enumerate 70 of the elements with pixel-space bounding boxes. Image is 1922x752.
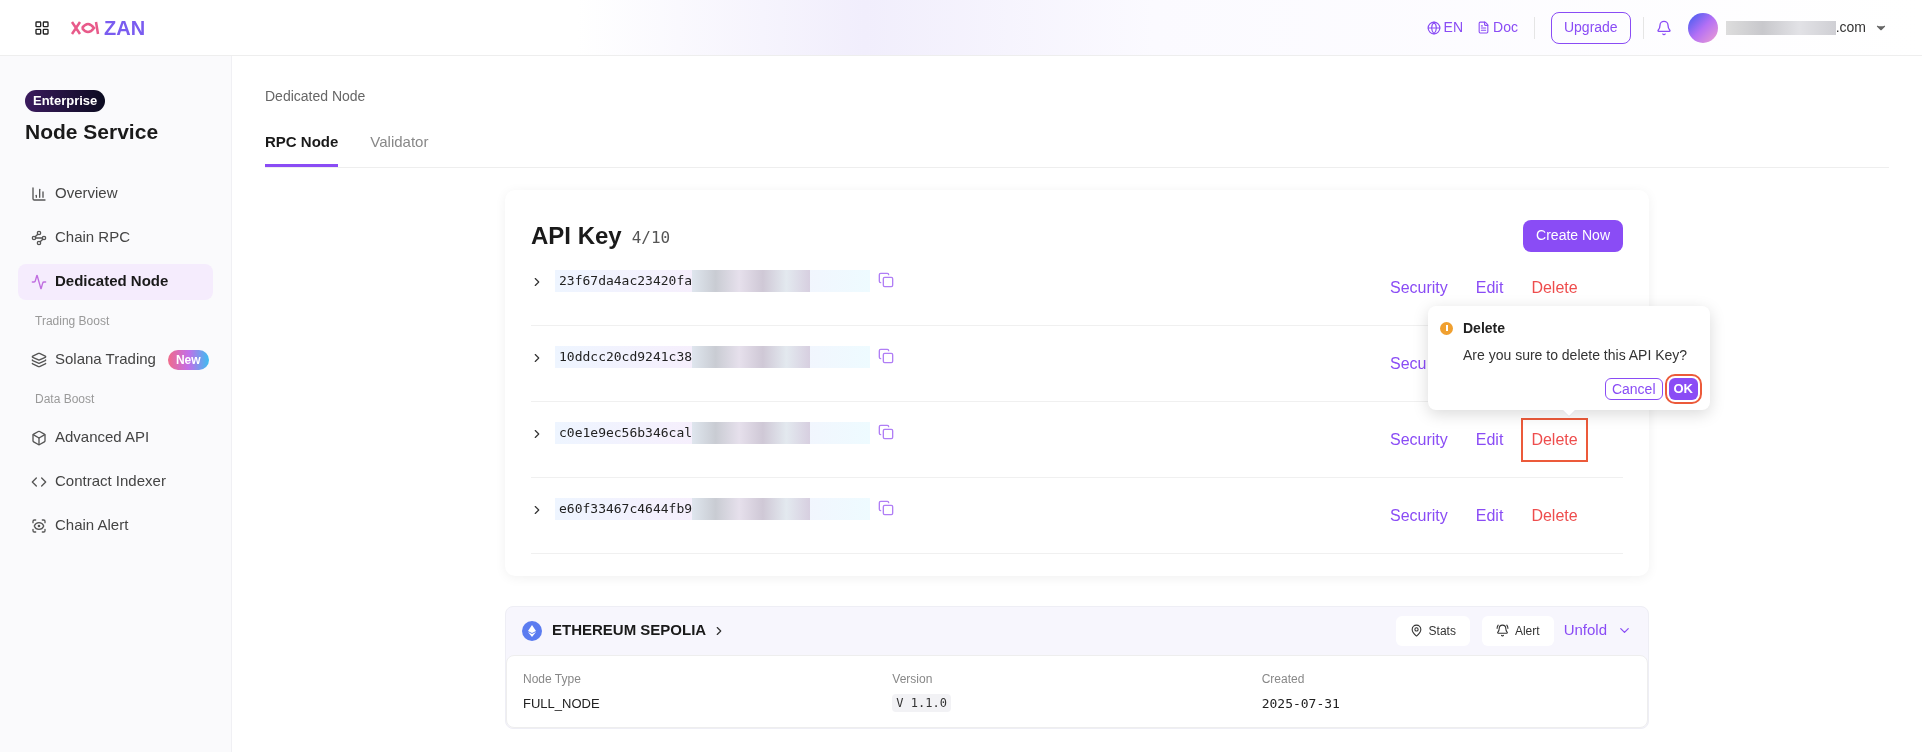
warning-icon	[1440, 321, 1453, 335]
field-value: FULL_NODE	[523, 694, 600, 713]
api-key-text: 23f67da4ac23420fa	[558, 271, 693, 290]
delete-link[interactable]: Delete	[1521, 493, 1588, 538]
bell-icon	[1495, 624, 1509, 637]
alert-button[interactable]: Alert	[1481, 615, 1554, 646]
ethereum-icon	[522, 620, 542, 641]
line-chart-icon	[31, 273, 47, 290]
copy-icon[interactable]	[878, 499, 895, 516]
new-badge: New	[167, 349, 209, 370]
apps-icon[interactable]	[34, 19, 50, 36]
api-key-text: 10ddcc20cd9241c38	[558, 347, 693, 366]
copy-icon[interactable]	[878, 347, 895, 364]
language-button[interactable]: EN	[1426, 17, 1464, 38]
sidebar-section-label: Data Boost	[34, 390, 96, 408]
api-key-text: c0e1e9ec56b346cal	[558, 423, 693, 442]
security-link[interactable]: Secu	[1390, 351, 1427, 376]
field-value: 2025-07-31	[1261, 694, 1340, 713]
edit-link[interactable]: Edit	[1475, 427, 1504, 452]
create-now-button[interactable]: Create Now	[1523, 219, 1623, 252]
upgrade-button[interactable]: Upgrade	[1550, 11, 1631, 44]
unfold-button[interactable]: Unfold	[1563, 619, 1632, 642]
cube-icon	[31, 429, 47, 446]
breadcrumb: Dedicated Node	[265, 87, 367, 106]
avatar[interactable]	[1687, 12, 1718, 43]
security-link[interactable]: Security	[1390, 275, 1448, 300]
document-icon	[1477, 21, 1491, 34]
bar-chart-icon	[31, 185, 47, 202]
sidebar-title: Node Service	[25, 119, 160, 145]
delete-link[interactable]: Delete	[1521, 417, 1588, 462]
logo-icon	[70, 19, 100, 36]
sidebar-item[interactable]: Contract Indexer	[18, 463, 213, 500]
security-link[interactable]: Security	[1390, 503, 1448, 528]
delete-link[interactable]: Delete	[1521, 265, 1588, 310]
sidebar-item[interactable]: Advanced API	[18, 419, 213, 456]
field-label: Created	[1261, 670, 1305, 688]
copy-icon[interactable]	[878, 423, 895, 440]
sidebar-item[interactable]: Dedicated Node	[18, 263, 213, 300]
enterprise-badge: Enterprise	[25, 90, 106, 112]
sidebar-item[interactable]: Chain RPC	[18, 219, 213, 256]
api-key-text: e60f33467c4644fb9	[558, 499, 693, 518]
field-label: Node Type	[523, 670, 581, 688]
doc-link[interactable]: Doc	[1477, 17, 1518, 38]
field-label: Version	[892, 670, 933, 688]
cancel-button[interactable]: Cancel	[1604, 377, 1663, 400]
popover-message: Are you sure to delete this API Key?	[1463, 345, 1689, 365]
sidebar-item[interactable]: Overview	[18, 175, 213, 212]
sidebar-item[interactable]: Chain Alert	[18, 507, 213, 544]
copy-icon[interactable]	[878, 271, 895, 288]
stats-button[interactable]: Stats	[1395, 615, 1470, 646]
tab[interactable]: RPC Node	[265, 131, 339, 167]
key-count: 4/10	[631, 226, 671, 249]
layers-icon	[31, 351, 47, 368]
eye-scan-icon	[31, 517, 47, 534]
bell-icon[interactable]	[1655, 19, 1672, 36]
security-link[interactable]: Security	[1390, 427, 1448, 452]
edit-link[interactable]: Edit	[1475, 503, 1504, 528]
sidebar-item[interactable]: Solana Trading New	[18, 341, 213, 378]
version-tag: V 1.1.0	[892, 693, 951, 712]
network-name[interactable]: ETHEREUM SEPOLIA	[552, 619, 707, 642]
location-pin-icon	[1409, 624, 1423, 637]
popover-title: Delete	[1463, 318, 1506, 338]
globe-icon	[1426, 20, 1441, 35]
card-title: API Key	[531, 220, 622, 251]
tab[interactable]: Validator	[370, 131, 429, 167]
logo-text: ZAN	[104, 15, 146, 41]
edit-link[interactable]: Edit	[1475, 275, 1504, 300]
account-email: .com	[1835, 18, 1866, 37]
network-icon	[31, 229, 47, 246]
sidebar-section-label: Trading Boost	[34, 312, 111, 330]
